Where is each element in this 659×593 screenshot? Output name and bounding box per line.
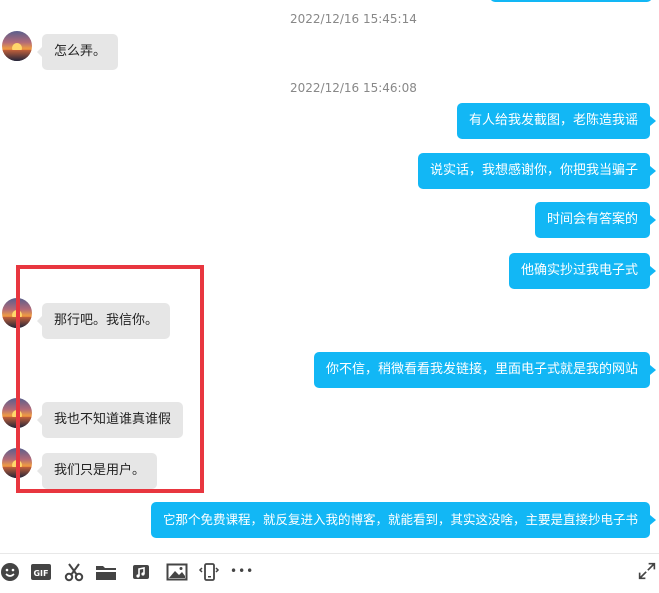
input-toolbar: GIF ••• <box>0 553 659 593</box>
message-bubble-outgoing[interactable]: 说实话，我想感谢你，你把我当骗子 <box>417 153 657 189</box>
image-icon[interactable] <box>166 561 188 583</box>
timestamp: 2022/12/16 15:45:14 <box>290 12 417 26</box>
more-icon[interactable]: ••• <box>230 561 258 583</box>
gif-icon[interactable]: GIF <box>30 561 52 583</box>
message-bubble-outgoing[interactable]: 有人给我发截图，老陈造我谣 <box>456 103 657 139</box>
folder-icon[interactable] <box>95 561 117 583</box>
message-bubble-outgoing[interactable]: 它那个免费课程，就反复进入我的博客，就能看到，其实这没啥，主要是直接抄电子书 <box>150 502 657 538</box>
emoji-icon[interactable] <box>0 561 22 583</box>
avatar[interactable] <box>2 31 32 61</box>
previous-message-bubble <box>490 0 652 2</box>
expand-icon[interactable] <box>638 562 656 580</box>
shake-icon[interactable] <box>198 561 220 583</box>
scissors-icon[interactable] <box>63 561 85 583</box>
message-bubble-outgoing[interactable]: 他确实抄过我电子式 <box>508 253 657 289</box>
gif-label: GIF <box>33 569 48 578</box>
timestamp: 2022/12/16 15:46:08 <box>290 81 417 95</box>
highlight-annotation-box <box>16 265 204 493</box>
music-icon[interactable] <box>130 561 152 583</box>
message-bubble-incoming[interactable]: 怎么弄。 <box>36 34 119 70</box>
message-bubble-outgoing[interactable]: 你不信，稍微看看我发链接，里面电子式就是我的网站 <box>313 352 657 388</box>
message-bubble-outgoing[interactable]: 时间会有答案的 <box>534 202 657 238</box>
